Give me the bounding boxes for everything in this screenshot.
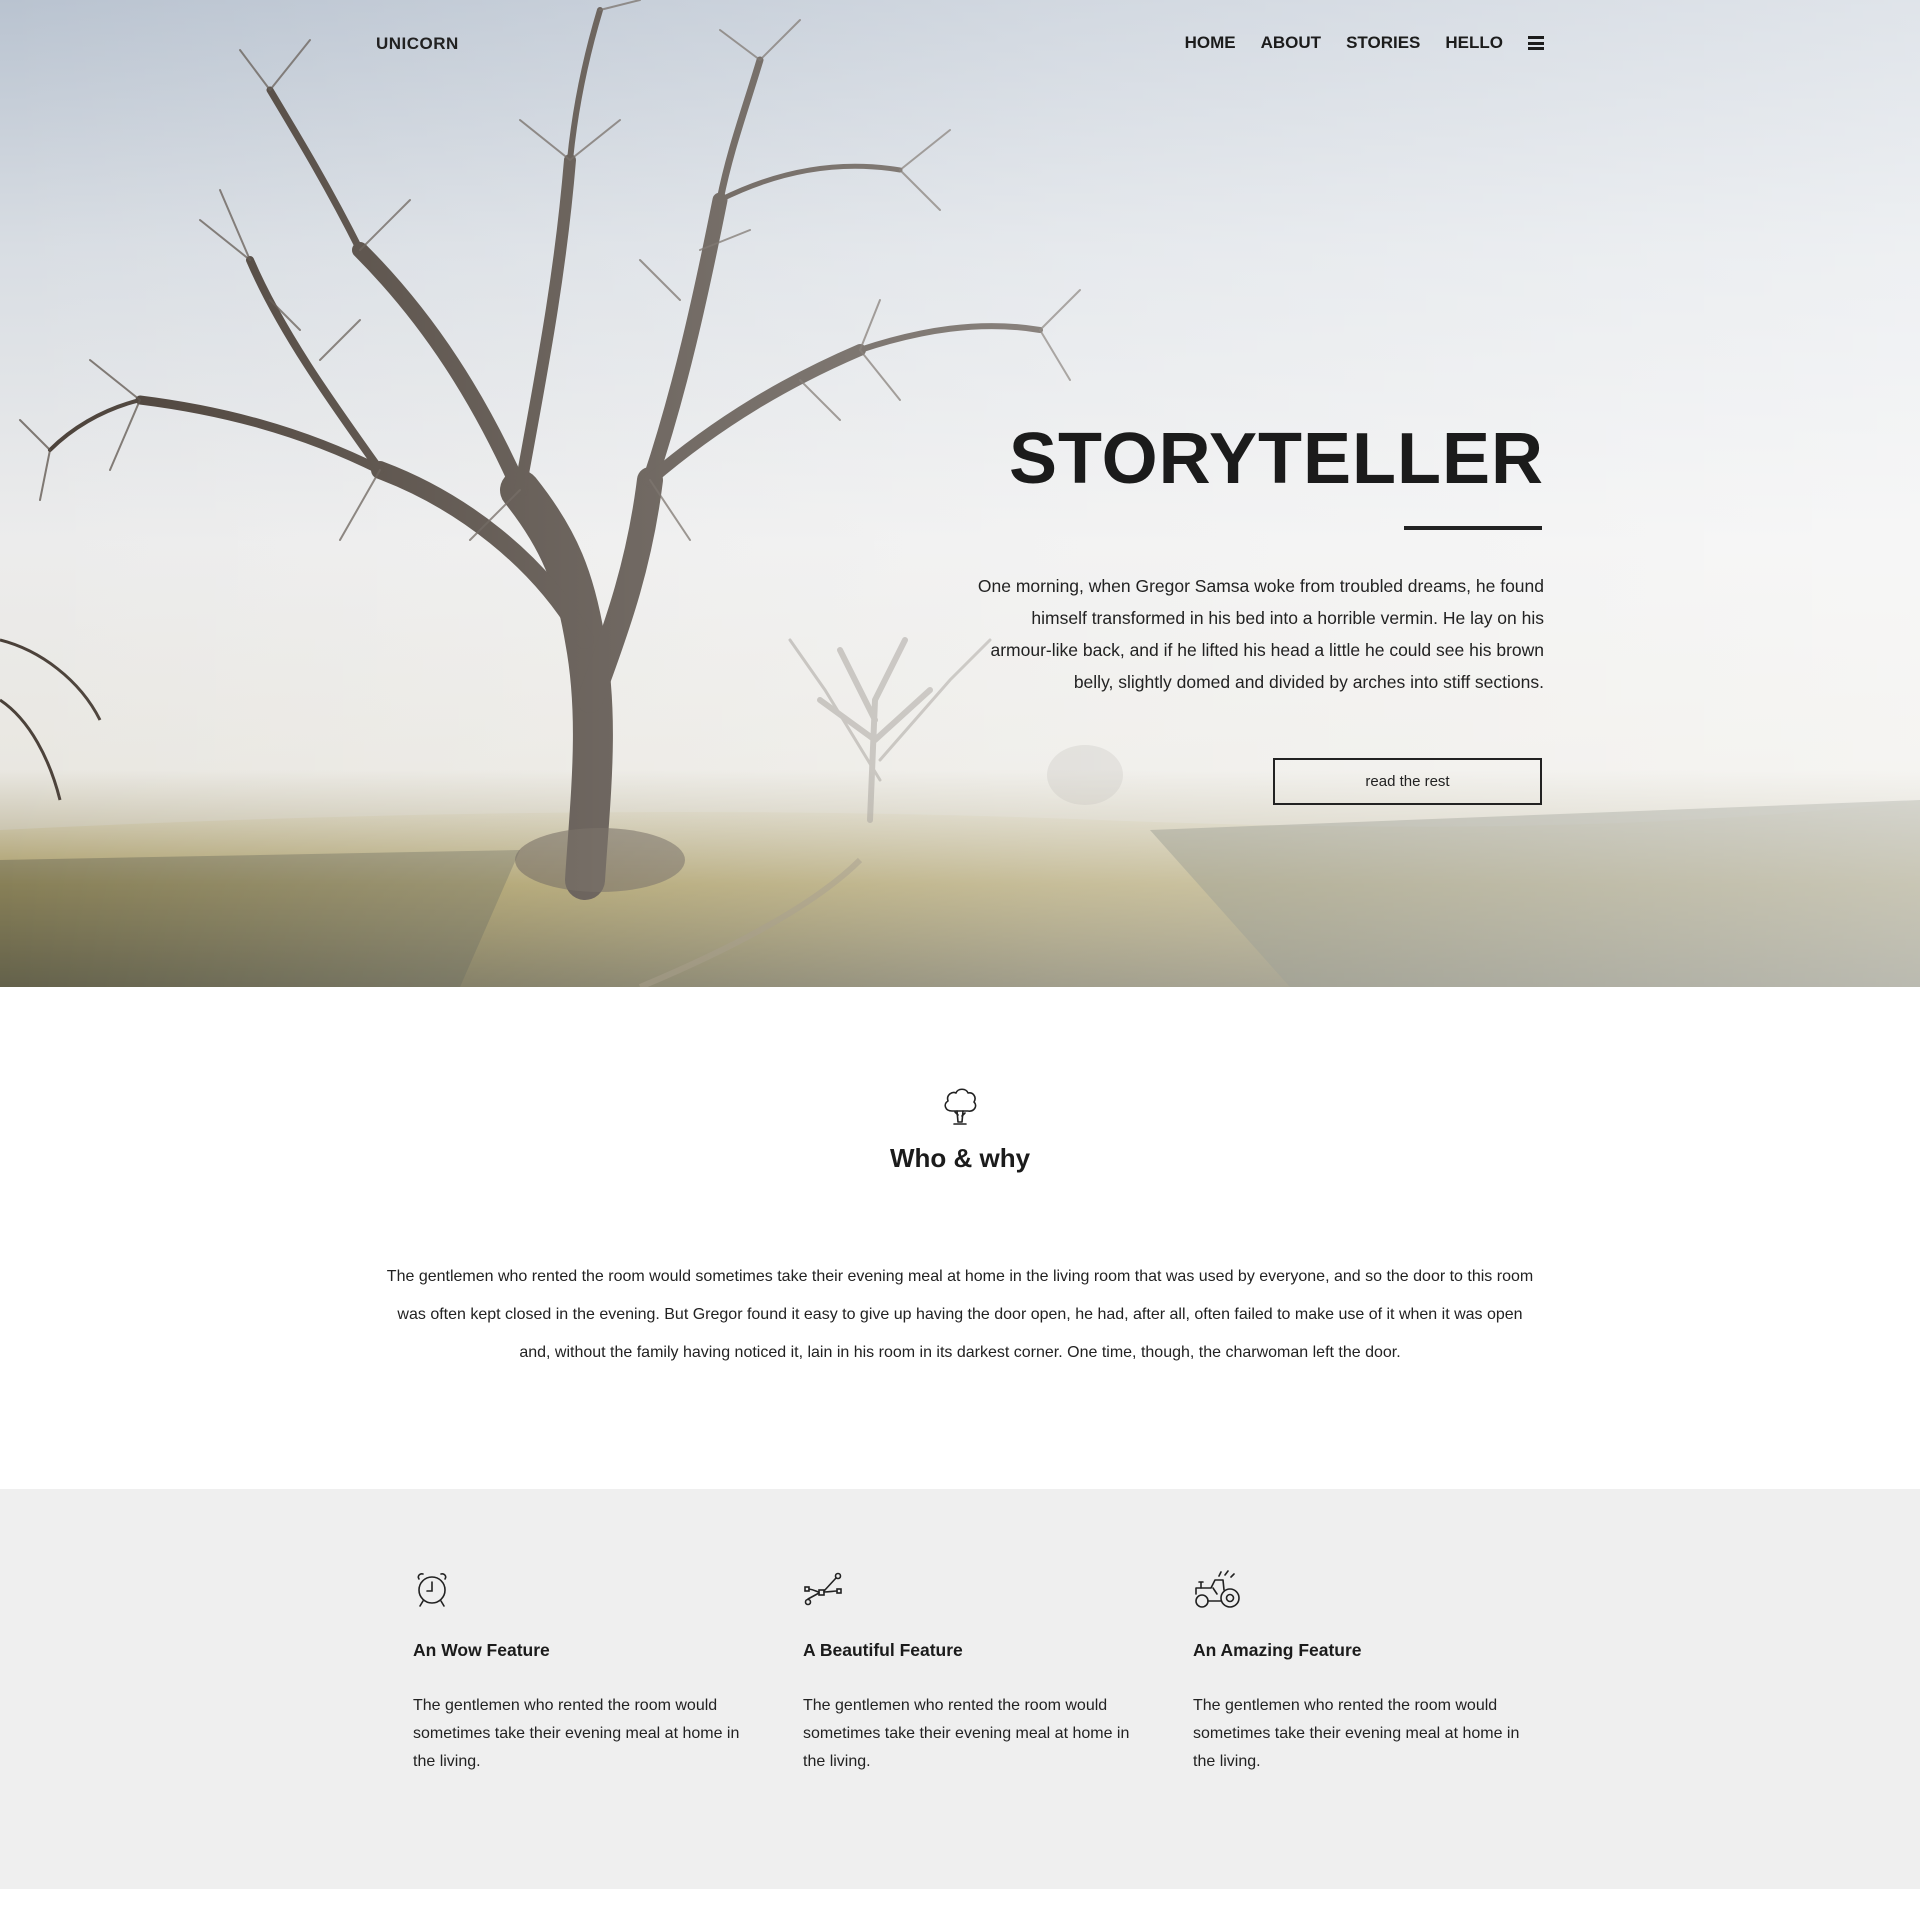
vector-path-icon xyxy=(804,1572,842,1606)
nav-home[interactable]: HOME xyxy=(1185,33,1236,53)
features-section: An Wow Feature The gentlemen who rented … xyxy=(0,1489,1920,1889)
read-the-rest-button[interactable]: read the rest xyxy=(1273,758,1542,805)
main-nav: HOME ABOUT STORIES HELLO xyxy=(1185,33,1544,53)
hero-background-image xyxy=(0,0,1920,987)
feature-title: A Beautiful Feature xyxy=(803,1640,963,1660)
hero-section: UNICORN HOME ABOUT STORIES HELLO STORYTE… xyxy=(0,0,1920,987)
feature-text: The gentlemen who rented the room would … xyxy=(413,1697,740,1770)
hero-title: STORYTELLER xyxy=(1008,419,1544,499)
feature-title: An Amazing Feature xyxy=(1193,1640,1362,1660)
nav-about[interactable]: ABOUT xyxy=(1261,33,1321,53)
hero-divider xyxy=(1404,526,1542,530)
logo[interactable]: UNICORN xyxy=(376,34,459,54)
tractor-icon xyxy=(1195,1570,1240,1608)
tree-icon xyxy=(944,1088,977,1125)
hamburger-menu-icon[interactable] xyxy=(1528,36,1544,50)
feature-text: The gentlemen who rented the room would … xyxy=(803,1697,1130,1770)
hero-description: One morning, when Gregor Samsa woke from… xyxy=(977,576,1544,692)
feature-title: An Wow Feature xyxy=(413,1640,550,1660)
nav-hello[interactable]: HELLO xyxy=(1445,33,1503,53)
feature-card: An Wow Feature The gentlemen who rented … xyxy=(413,1570,743,1770)
who-why-text: The gentlemen who rented the room would … xyxy=(386,1268,1534,1361)
nav-stories[interactable]: STORIES xyxy=(1346,33,1420,53)
feature-card: A Beautiful Feature The gentlemen who re… xyxy=(803,1570,1133,1770)
feature-text: The gentlemen who rented the room would … xyxy=(1193,1697,1520,1770)
feature-card: An Amazing Feature The gentlemen who ren… xyxy=(1193,1570,1523,1770)
alarm-clock-icon xyxy=(417,1573,447,1607)
who-why-title: Who & why xyxy=(889,1143,1031,1173)
